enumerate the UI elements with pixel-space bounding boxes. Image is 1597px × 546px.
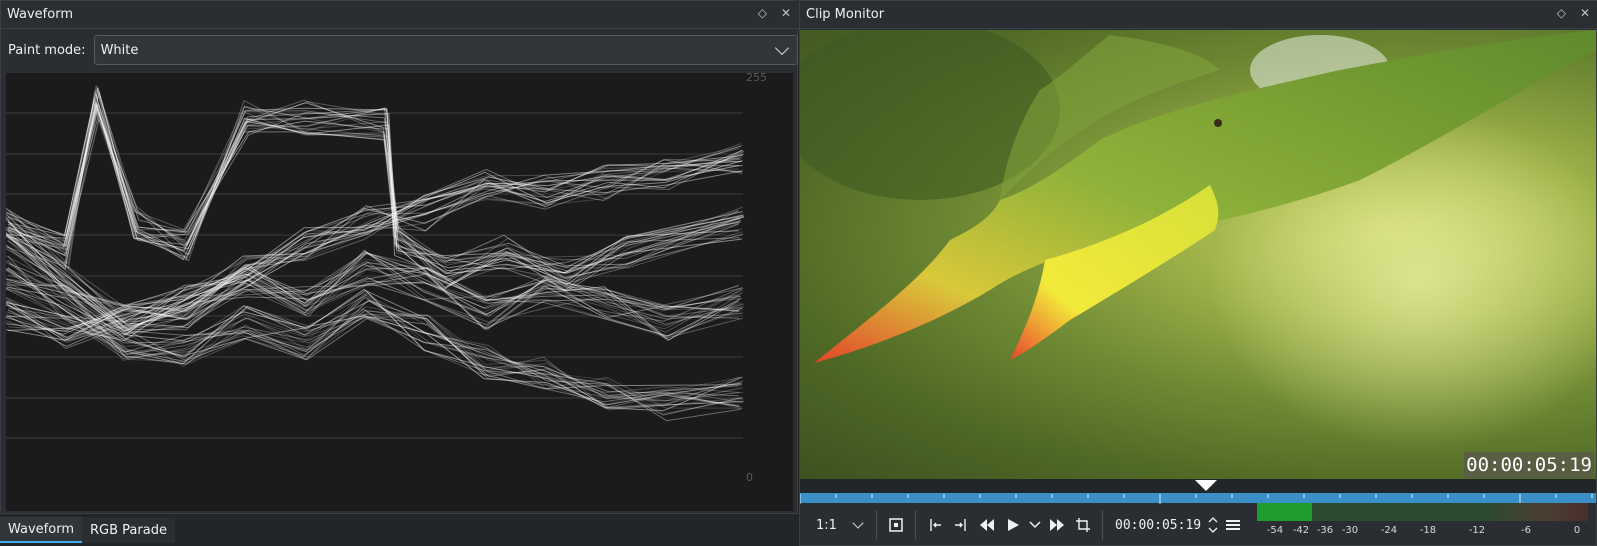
- float-icon[interactable]: ◇: [758, 6, 767, 20]
- paint-mode-row: Paint mode: White: [1, 30, 799, 70]
- play-options-chevron[interactable]: [1026, 511, 1044, 539]
- vu-scale-label: -30: [1341, 525, 1359, 536]
- waveform-dock: Waveform ◇ ✕ Paint mode: White 255 0: [0, 0, 799, 514]
- vu-scale-label: -54: [1266, 525, 1284, 536]
- close-icon[interactable]: ✕: [781, 6, 791, 20]
- paint-mode-value: White: [100, 42, 139, 58]
- clip-monitor-dock: Clip Monitor ◇ ✕ 00:00:05:19 1:1 00:00:0…: [799, 0, 1597, 546]
- vu-scale-label: -18: [1419, 525, 1437, 536]
- playhead-marker[interactable]: [1194, 480, 1217, 491]
- clip-monitor-title-bar: Clip Monitor ◇ ✕: [800, 1, 1597, 29]
- leaf-image: [800, 30, 1596, 450]
- separator: [1102, 510, 1103, 540]
- vu-scale-label: 0: [1573, 525, 1581, 536]
- scale-top-label: 255: [746, 73, 767, 84]
- panel-title: Waveform: [7, 7, 73, 22]
- vu-scale-label: -6: [1521, 525, 1531, 536]
- scale-bottom-label: 0: [746, 471, 753, 484]
- chevron-down-icon: [852, 517, 864, 529]
- paint-mode-label: Paint mode:: [8, 42, 86, 58]
- waveform-title-bar: Waveform ◇ ✕: [1, 1, 799, 29]
- fit-zoom-icon[interactable]: [883, 511, 909, 539]
- set-zone-out-icon[interactable]: [948, 511, 974, 539]
- crop-icon[interactable]: [1070, 511, 1096, 539]
- close-icon[interactable]: ✕: [1580, 6, 1590, 20]
- vu-scale-label: -42: [1292, 525, 1310, 536]
- play-icon[interactable]: [1000, 511, 1026, 539]
- forward-icon[interactable]: [1044, 511, 1070, 539]
- tab-waveform[interactable]: Waveform: [0, 517, 82, 543]
- chevron-down-icon: [774, 40, 789, 56]
- timecode-overlay: 00:00:05:19: [1464, 452, 1594, 478]
- vu-level: [1257, 503, 1312, 521]
- zoom-select[interactable]: 1:1: [800, 511, 870, 539]
- tab-rgb-parade[interactable]: RGB Parade: [82, 517, 175, 543]
- video-frame[interactable]: 00:00:05:19: [800, 30, 1596, 479]
- set-zone-in-icon[interactable]: [922, 511, 948, 539]
- rewind-icon[interactable]: [974, 511, 1000, 539]
- audio-level-meter: -54 -42 -36 -30 -24 -18 -12 -6 0: [1255, 503, 1588, 545]
- timecode-field[interactable]: 00:00:05:19: [1109, 511, 1205, 539]
- vu-scale-label: -36: [1316, 525, 1334, 536]
- float-icon[interactable]: ◇: [1557, 6, 1566, 20]
- monitor-toolbar: 1:1 00:00:05:19 -54 -42 -36 -30 -24 -18 …: [800, 503, 1596, 546]
- menu-icon[interactable]: [1221, 511, 1245, 539]
- paint-mode-select[interactable]: White: [93, 35, 798, 65]
- waveform-trace: [6, 85, 745, 422]
- scope-tab-bar: Waveform RGB Parade: [0, 517, 798, 546]
- waveform-scope: 255 0: [6, 73, 793, 511]
- timeline-ruler[interactable]: [799, 479, 1596, 504]
- vu-scale-label: -24: [1380, 525, 1398, 536]
- separator: [876, 510, 877, 540]
- vu-scale-label: -12: [1468, 525, 1486, 536]
- zoom-value: 1:1: [816, 517, 837, 533]
- timecode-spinner[interactable]: [1205, 511, 1221, 539]
- separator: [915, 510, 916, 540]
- ruler-bar[interactable]: [799, 493, 1596, 504]
- panel-title: Clip Monitor: [806, 7, 885, 22]
